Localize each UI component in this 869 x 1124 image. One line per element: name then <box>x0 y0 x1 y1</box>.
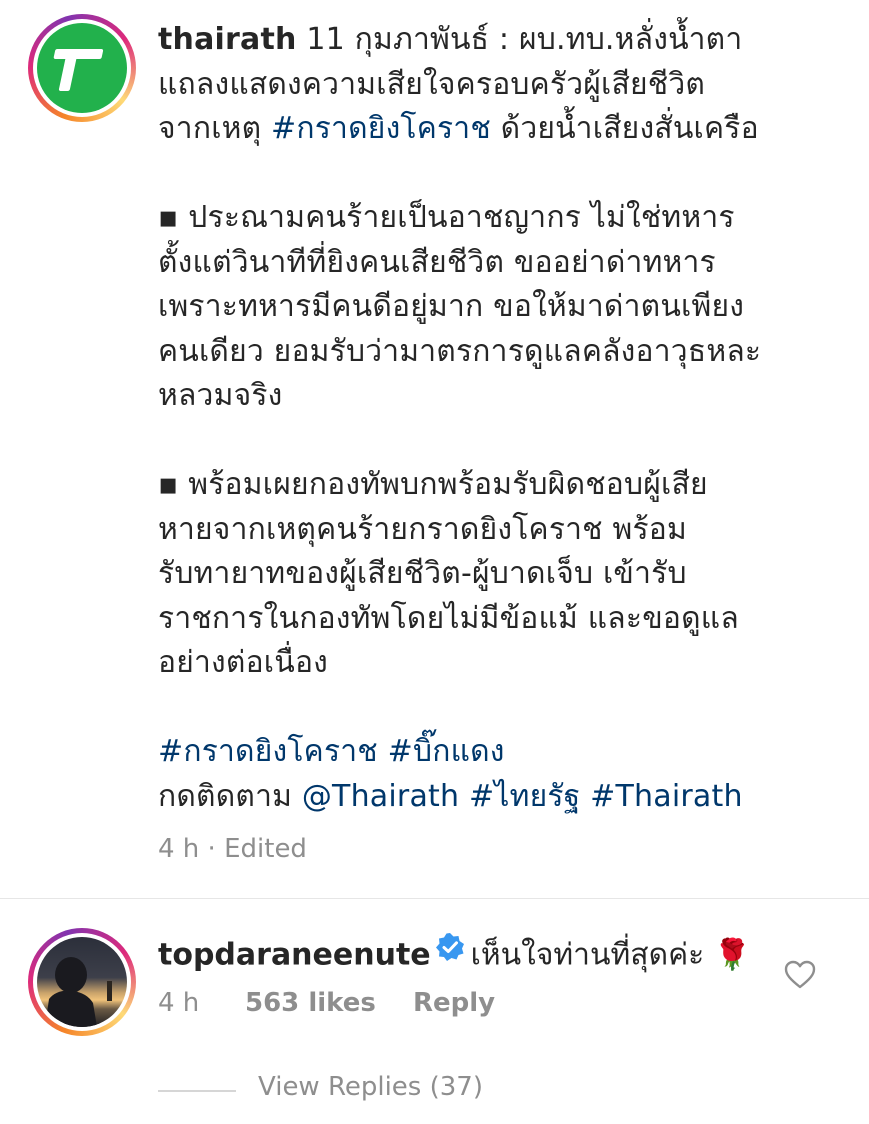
edited-label: · Edited <box>199 834 307 864</box>
hashtag-link[interactable]: #Thairath <box>590 779 743 814</box>
caption-text: ด้วยน้ำเสียงสั่นเครือ <box>490 111 759 146</box>
bullet-line: คนเดียว ยอมรับว่ามาตรการดูแลคลังอาวุธหละ <box>158 333 762 369</box>
hashtag-link[interactable]: #บิ๊กแดง <box>388 734 505 769</box>
follow-text: กดติดตาม <box>158 778 302 814</box>
bullet-line: หายจากเหตุคนร้ายกราดยิงโคราช พร้อม <box>158 511 687 547</box>
avatar-photo <box>37 937 127 1027</box>
post-author-avatar[interactable] <box>28 14 136 122</box>
caption-lead: 11 กุมภาพันธ์ : ผบ.ทบ.หลั่งน้ำตา <box>296 22 743 57</box>
reply-button[interactable]: Reply <box>413 988 495 1018</box>
caption-line: แถลงแสดงความเสียใจครอบครัวผู้เสียชีวิต <box>158 66 706 102</box>
comment-body: topdaraneenute เห็นใจท่านที่สุดค่ะ 🌹 <box>158 930 751 982</box>
bullet-line: เพราะทหารมีคนดีอยู่มาก ขอให้มาด่าตนเพียง <box>158 289 745 324</box>
comment-time: 4 h <box>158 988 200 1018</box>
divider <box>0 898 869 899</box>
caption-text: จากเหตุ <box>158 111 272 146</box>
comment-username[interactable]: topdaraneenute <box>158 938 431 973</box>
post-timestamp: 4 h · Edited <box>158 834 307 864</box>
hashtag-link[interactable]: #ไทยรัฐ <box>469 779 580 814</box>
bullet-line: ▪ พร้อมเผยกองทัพบกพร้อมรับผิดชอบผู้เสีย <box>158 467 708 502</box>
post-username[interactable]: thairath <box>158 22 297 57</box>
like-heart-icon[interactable] <box>784 960 816 994</box>
view-replies-button[interactable]: View Replies (37) <box>258 1072 483 1102</box>
rose-emoji: 🌹 <box>713 937 752 973</box>
thairath-logo-icon <box>37 23 127 113</box>
post-time: 4 h <box>158 834 200 864</box>
bullet-line: ตั้งแต่วินาทีที่ยิงคนเสียชีวิต ขออย่าด่า… <box>158 244 716 280</box>
replies-divider-line <box>158 1090 236 1092</box>
bullet-line: ราชการในกองทัพโดยไม่มีข้อแม้ และขอดูแล <box>158 600 739 636</box>
mention-link[interactable]: @Thairath <box>302 779 459 814</box>
bullet-line: หลวมจริง <box>158 378 283 413</box>
bullet-line: อย่างต่อเนื่อง <box>158 645 329 680</box>
likes-count[interactable]: 563 likes <box>245 988 413 1018</box>
comment-meta: 4 h 563 likes Reply <box>158 988 495 1018</box>
hashtag-link[interactable]: #กราดยิงโคราช <box>271 111 491 146</box>
commenter-avatar[interactable] <box>28 928 136 1036</box>
comment-text: เห็นใจท่านที่สุดค่ะ <box>470 937 705 973</box>
post-caption: thairath 11 กุมภาพันธ์ : ผบ.ทบ.หลั่งน้ำต… <box>158 18 848 819</box>
hashtag-link[interactable]: #กราดยิงโคราช <box>158 734 378 769</box>
verified-badge-icon <box>435 930 465 976</box>
bullet-line: รับทายาทของผู้เสียชีวิต-ผู้บาดเจ็บ เข้าร… <box>158 556 687 591</box>
bullet-line: ▪ ประณามคนร้ายเป็นอาชญากร ไม่ใช่ทหาร <box>158 200 735 235</box>
